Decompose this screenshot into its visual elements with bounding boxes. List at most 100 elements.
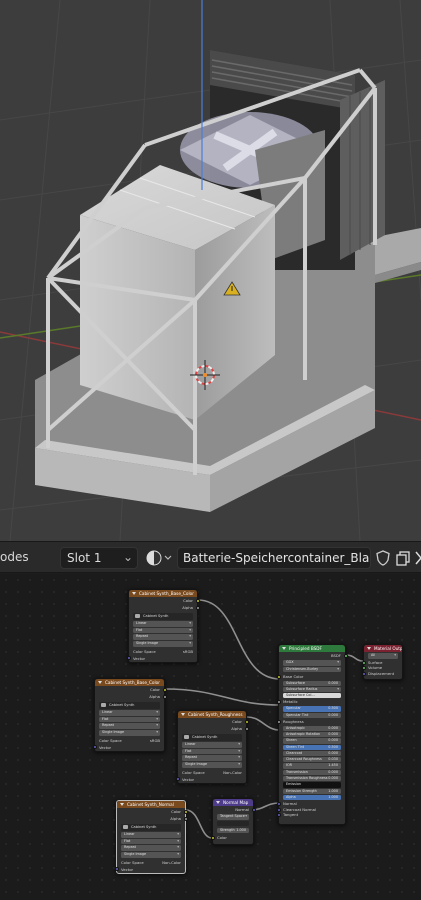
bsdf-input-value: 0.000 bbox=[328, 712, 338, 717]
interpolation-dropdown[interactable]: Linear bbox=[133, 621, 193, 627]
node-header[interactable]: Normal Map bbox=[213, 799, 253, 806]
input-socket[interactable] bbox=[361, 660, 366, 665]
bsdf-input-field[interactable]: Transmission 0.000 bbox=[283, 769, 341, 776]
output-socket[interactable] bbox=[183, 816, 188, 821]
bsdf-input-field[interactable]: Anisotropic Rotation 0.000 bbox=[283, 731, 341, 738]
output-socket[interactable] bbox=[183, 809, 188, 814]
input-socket[interactable] bbox=[276, 700, 281, 705]
input-socket[interactable] bbox=[210, 835, 215, 840]
output-socket[interactable] bbox=[162, 694, 167, 699]
extension-dropdown[interactable]: Repeat bbox=[133, 634, 193, 640]
interpolation-dropdown[interactable]: Linear bbox=[121, 832, 181, 838]
source-dropdown[interactable]: Single Image bbox=[99, 730, 160, 736]
bsdf-input-field[interactable]: Specular Tint 0.000 bbox=[283, 712, 341, 718]
extension-dropdown[interactable]: Repeat bbox=[99, 723, 160, 729]
source-dropdown[interactable]: Single Image bbox=[121, 852, 181, 858]
fake-user-shield-icon[interactable] bbox=[374, 548, 392, 568]
node-header[interactable]: Principled BSDF bbox=[279, 645, 345, 652]
subsurface-method-dropdown[interactable]: Christensen-Burley bbox=[283, 666, 341, 673]
bsdf-input-field[interactable]: Anisotropic 0.000 bbox=[283, 725, 341, 731]
extension-dropdown[interactable]: Repeat bbox=[182, 755, 242, 761]
colorspace-value[interactable]: Non-Color bbox=[223, 769, 242, 776]
surface-input-label: Surface bbox=[368, 659, 383, 665]
input-socket[interactable] bbox=[276, 674, 281, 679]
input-socket[interactable] bbox=[361, 671, 366, 676]
input-socket[interactable] bbox=[276, 802, 281, 806]
bsdf-socket-row: Metallic bbox=[276, 699, 345, 705]
output-socket[interactable] bbox=[244, 726, 249, 731]
image-texture-node-roughness[interactable]: Cabinet Synth_Roughness Color Alpha Cabi… bbox=[175, 710, 249, 784]
space-dropdown[interactable]: Tangent Space bbox=[217, 814, 249, 820]
image-selector[interactable]: Cabinet Synth bbox=[133, 612, 193, 620]
principled-bsdf-node[interactable]: Principled BSDF BSDF GGX Christensen-Bur… bbox=[276, 644, 348, 825]
bsdf-input-field[interactable]: Sheen Tint 0.500 bbox=[283, 744, 341, 750]
input-socket[interactable] bbox=[276, 719, 281, 724]
bsdf-input-field[interactable]: Emission bbox=[283, 782, 341, 788]
material-name-field[interactable]: Batterie-Speichercontainer_Blau bbox=[177, 547, 371, 569]
output-socket[interactable] bbox=[195, 598, 200, 603]
material-slot-dropdown[interactable]: Slot 1 ⌄ bbox=[60, 547, 138, 569]
uv-map-field[interactable] bbox=[217, 820, 249, 827]
output-socket[interactable] bbox=[343, 653, 348, 658]
node-editor-canvas[interactable]: Cabinet Synth_Base_Color Color Alpha Cab… bbox=[0, 574, 421, 900]
node-header[interactable]: Cabinet Synth_Roughness bbox=[178, 711, 246, 718]
colorspace-value[interactable]: sRGB bbox=[150, 737, 160, 744]
bsdf-input-field[interactable]: Subsurface Radius bbox=[283, 686, 341, 693]
bsdf-input-field[interactable]: IOR 1.450 bbox=[283, 763, 341, 769]
output-socket[interactable] bbox=[162, 687, 167, 692]
projection-dropdown[interactable]: Flat bbox=[121, 838, 181, 845]
image-texture-node-metallic[interactable]: Cabinet Synth_Base_Color Color Alpha Cab… bbox=[92, 678, 167, 752]
node-header[interactable]: Material Output bbox=[364, 645, 402, 652]
bsdf-input-field[interactable]: Clearcoat Roughness 0.030 bbox=[283, 757, 341, 763]
bsdf-input-field[interactable]: Alpha 1.000 bbox=[283, 794, 341, 801]
bsdf-input-field[interactable]: Emission Strength 1.000 bbox=[283, 788, 341, 794]
material-output-node[interactable]: Material Output All Surface Volume Displ… bbox=[361, 644, 403, 680]
material-browse-icon[interactable] bbox=[144, 548, 174, 568]
projection-dropdown[interactable]: Flat bbox=[133, 627, 193, 634]
image-texture-node-normal[interactable]: Cabinet Synth_Normal Color Alpha Cabinet… bbox=[114, 800, 188, 874]
image-selector[interactable]: Cabinet Synth bbox=[121, 823, 181, 831]
bsdf-input-field[interactable]: Specular 0.500 bbox=[283, 706, 341, 712]
input-socket[interactable] bbox=[361, 666, 366, 671]
duplicate-material-icon[interactable] bbox=[394, 548, 412, 568]
image-selector[interactable]: Cabinet Synth bbox=[182, 733, 242, 741]
bsdf-input-field[interactable]: Transmission Roughness 0.000 bbox=[283, 776, 341, 782]
node-header[interactable]: Cabinet Synth_Normal bbox=[117, 801, 185, 808]
image-texture-node-base-color[interactable]: Cabinet Synth_Base_Color Color Alpha Cab… bbox=[126, 589, 200, 663]
source-dropdown[interactable]: Single Image bbox=[133, 641, 193, 647]
vector-label: Vector bbox=[182, 776, 195, 782]
colorspace-value[interactable]: Non-Color bbox=[162, 859, 181, 866]
projection-dropdown[interactable]: Flat bbox=[182, 748, 242, 755]
bsdf-input-field[interactable]: Subsurface 0.000 bbox=[283, 680, 341, 686]
editor-mode-label[interactable]: odes bbox=[0, 550, 29, 564]
strength-field[interactable]: Strength 1.000 bbox=[217, 827, 249, 834]
image-selector[interactable]: Cabinet Synth bbox=[99, 701, 160, 709]
projection-dropdown[interactable]: Flat bbox=[99, 716, 160, 723]
bsdf-input-label: Roughness bbox=[283, 718, 304, 724]
input-socket[interactable] bbox=[114, 867, 119, 872]
source-dropdown[interactable]: Single Image bbox=[182, 762, 242, 768]
interpolation-dropdown[interactable]: Linear bbox=[182, 742, 242, 748]
output-socket[interactable] bbox=[251, 807, 256, 812]
input-socket[interactable] bbox=[276, 813, 281, 817]
extension-dropdown[interactable]: Repeat bbox=[121, 845, 181, 851]
unlink-material-icon[interactable] bbox=[412, 548, 421, 568]
distribution-dropdown[interactable]: GGX bbox=[283, 660, 341, 666]
target-dropdown[interactable]: All bbox=[368, 653, 398, 659]
node-header[interactable]: Cabinet Synth_Base_Color bbox=[95, 679, 164, 686]
3d-viewport[interactable] bbox=[0, 0, 421, 541]
bsdf-input-field[interactable]: Clearcoat 0.000 bbox=[283, 750, 341, 757]
output-socket[interactable] bbox=[244, 719, 249, 724]
interpolation-dropdown[interactable]: Linear bbox=[99, 710, 160, 716]
input-socket[interactable] bbox=[276, 807, 281, 812]
colorspace-value[interactable]: sRGB bbox=[183, 648, 193, 655]
bsdf-input-field[interactable]: Sheen 0.000 bbox=[283, 738, 341, 744]
input-socket[interactable] bbox=[175, 777, 180, 782]
node-header[interactable]: Cabinet Synth_Base_Color bbox=[129, 590, 197, 597]
normal-map-node[interactable]: Normal Map Normal Tangent Space Strength… bbox=[210, 798, 256, 845]
material-name-text: Batterie-Speichercontainer_Blau bbox=[183, 551, 371, 565]
input-socket[interactable] bbox=[92, 745, 97, 750]
bsdf-input-field[interactable]: Subsurface Col... bbox=[283, 693, 341, 699]
input-socket[interactable] bbox=[126, 656, 131, 661]
output-socket[interactable] bbox=[195, 605, 200, 610]
